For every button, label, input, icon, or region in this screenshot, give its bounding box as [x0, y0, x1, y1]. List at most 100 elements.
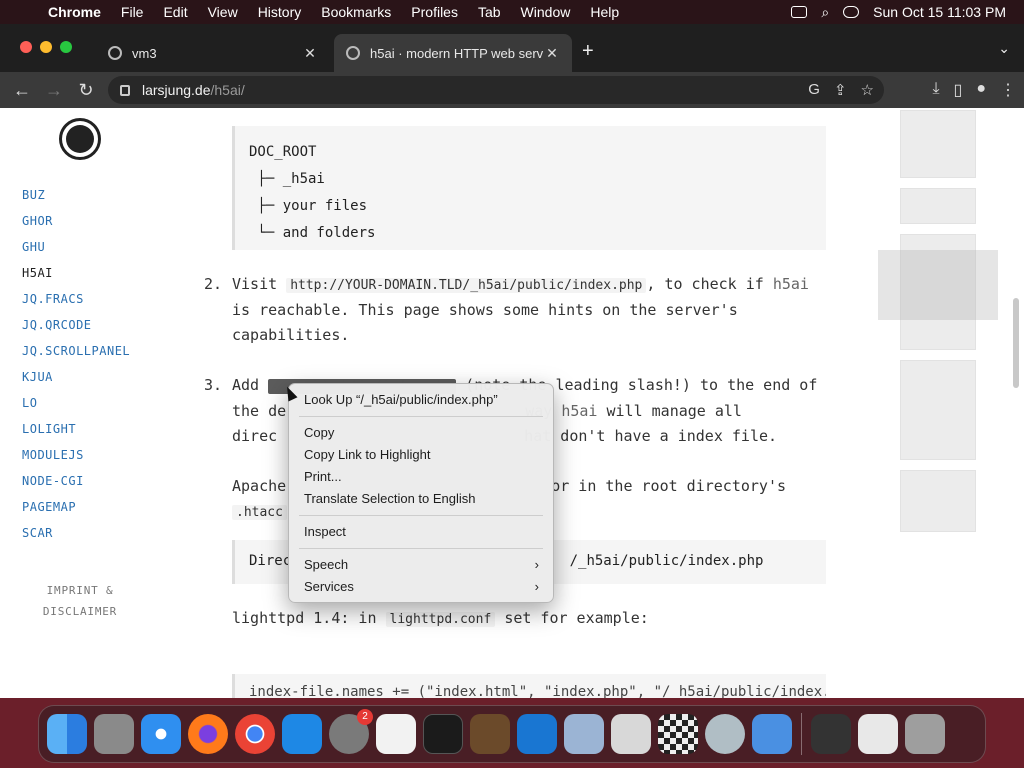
- imprint-link[interactable]: IMPRINT & DISCLAIMER: [22, 580, 138, 622]
- close-window-button[interactable]: [20, 41, 32, 53]
- globe-icon: [108, 46, 122, 60]
- instruments-guitar-icon[interactable]: [470, 714, 510, 754]
- code-text: /_h5ai/public/index.php: [569, 553, 764, 569]
- virtual-machine-icon[interactable]: [564, 714, 604, 754]
- step-2: 2. Visit http://YOUR-DOMAIN.TLD/_h5ai/pu…: [200, 272, 809, 348]
- vertical-scrollbar[interactable]: [1013, 298, 1019, 388]
- screen-mirroring-icon[interactable]: [791, 6, 808, 18]
- nav-item-h5ai[interactable]: H5AI: [22, 266, 130, 292]
- menu-profiles[interactable]: Profiles: [401, 4, 468, 20]
- trash-icon[interactable]: [905, 714, 945, 754]
- chrome-menu-icon[interactable]: ⋮: [1000, 80, 1016, 100]
- nav-item-kjua[interactable]: KJUA: [22, 370, 130, 396]
- tree-line: DOC_ROOT: [249, 144, 317, 160]
- minimap-viewport[interactable]: [878, 250, 998, 320]
- lighttpd-text: set for example:: [504, 609, 649, 627]
- chess-icon[interactable]: [658, 714, 698, 754]
- imprint-line-1: IMPRINT &: [46, 584, 114, 597]
- address-bar[interactable]: larsjung.de/h5ai/ G ⇪ ☆: [108, 76, 884, 104]
- close-tab-icon[interactable]: ✕: [302, 45, 318, 62]
- maximize-window-button[interactable]: [60, 41, 72, 53]
- inline-code-url: http://YOUR-DOMAIN.TLD/_h5ai/public/inde…: [286, 278, 647, 293]
- vscode-icon[interactable]: [517, 714, 557, 754]
- tab-vm3[interactable]: vm3 ✕: [96, 34, 330, 72]
- mail-icon[interactable]: [752, 714, 792, 754]
- nav-item-node-cgi[interactable]: NODE-CGI: [22, 474, 130, 500]
- menu-app-chrome[interactable]: Chrome: [38, 4, 111, 20]
- app-store-icon[interactable]: [282, 714, 322, 754]
- nav-item-lolight[interactable]: LOLIGHT: [22, 422, 130, 448]
- menu-help[interactable]: Help: [580, 4, 629, 20]
- nav-item-ghor[interactable]: GHOR: [22, 214, 130, 240]
- control-center-icon[interactable]: [843, 6, 860, 18]
- nav-item-pagemap[interactable]: PAGEMAP: [22, 500, 130, 526]
- menu-bookmarks[interactable]: Bookmarks: [311, 4, 401, 20]
- safari-icon[interactable]: [141, 714, 181, 754]
- nav-item-modulejs[interactable]: MODULEJS: [22, 448, 130, 474]
- menu-item-print[interactable]: Print...: [289, 466, 553, 488]
- tab-search-chevron-icon[interactable]: ⌄: [998, 40, 1010, 57]
- menu-history[interactable]: History: [248, 4, 312, 20]
- minimized-window-icon[interactable]: [858, 714, 898, 754]
- side-panel-icon[interactable]: ▯: [954, 80, 963, 100]
- system-settings-icon[interactable]: 2: [329, 709, 373, 754]
- launchpad-icon[interactable]: [94, 714, 134, 754]
- bookmark-star-icon[interactable]: ☆: [861, 81, 874, 99]
- menu-item-translate[interactable]: Translate Selection to English: [289, 488, 553, 510]
- lock-icon[interactable]: [120, 84, 130, 96]
- browser-toolbar: ← → ↻ larsjung.de/h5ai/ G ⇪ ☆ ⤓ ▯ ● ⋮: [0, 72, 1024, 108]
- minimize-window-button[interactable]: [40, 41, 52, 53]
- menu-item-services[interactable]: Services ›: [289, 576, 553, 598]
- new-tab-icon[interactable]: +: [582, 40, 594, 63]
- context-menu: Look Up “/_h5ai/public/index.php” Copy C…: [288, 383, 554, 603]
- nav-item-ghu[interactable]: GHU: [22, 240, 130, 266]
- nav-item-lo[interactable]: LO: [22, 396, 130, 422]
- h5ai-logo-icon[interactable]: [59, 118, 101, 160]
- firefox-icon[interactable]: [188, 714, 228, 754]
- step-text: the de: [232, 402, 287, 420]
- close-tab-icon[interactable]: ✕: [544, 45, 560, 62]
- menu-item-label: Speech: [304, 557, 349, 572]
- menubar-clock[interactable]: Sun Oct 15 11:03 PM: [873, 4, 1006, 20]
- menu-separator: [299, 548, 543, 549]
- menu-item-speech[interactable]: Speech ›: [289, 554, 553, 576]
- nav-item-scar[interactable]: SCAR: [22, 526, 130, 552]
- tab-strip: vm3 ✕ h5ai · modern HTTP web serv ✕ + ⌄: [0, 24, 1024, 72]
- textedit-icon[interactable]: [376, 714, 416, 754]
- profile-avatar-icon[interactable]: ●: [976, 80, 986, 100]
- menu-item-copy-link-to-highlight[interactable]: Copy Link to Highlight: [289, 444, 553, 466]
- menu-window[interactable]: Window: [511, 4, 581, 20]
- google-lens-icon[interactable]: G: [808, 81, 820, 99]
- download-icon[interactable]: ⤓: [932, 80, 939, 100]
- nav-item-jq-fracs[interactable]: JQ.FRACS: [22, 292, 130, 318]
- reload-icon[interactable]: ↻: [70, 80, 102, 101]
- spotlight-search-icon[interactable]: ⌕: [821, 4, 829, 21]
- lighttpd-config-code: index-file.names += ("index.html", "inde…: [232, 674, 826, 698]
- menu-item-inspect[interactable]: Inspect: [289, 521, 553, 543]
- finder-icon[interactable]: [47, 714, 87, 754]
- nav-item-jq-scrollpanel[interactable]: JQ.SCROLLPANEL: [22, 344, 130, 370]
- forward-arrow-icon[interactable]: →: [38, 80, 70, 101]
- menu-edit[interactable]: Edit: [153, 4, 197, 20]
- lighttpd-text: lighttpd 1.4: in: [232, 609, 377, 627]
- chrome-icon[interactable]: [235, 714, 275, 754]
- minimap-block: [900, 360, 976, 460]
- tab-h5ai[interactable]: h5ai · modern HTTP web serv ✕: [334, 34, 572, 72]
- back-arrow-icon[interactable]: ←: [6, 80, 38, 101]
- url-host: larsjung.de: [142, 82, 211, 98]
- nav-item-buz[interactable]: BUZ: [22, 188, 130, 214]
- nav-item-jq-qrcode[interactable]: JQ.QRCODE: [22, 318, 130, 344]
- roblox-icon[interactable]: [611, 714, 651, 754]
- page-minimap[interactable]: [878, 108, 998, 548]
- menu-item-look-up[interactable]: Look Up “/_h5ai/public/index.php”: [289, 389, 553, 411]
- preferences-gear-icon[interactable]: [705, 714, 745, 754]
- menu-item-copy[interactable]: Copy: [289, 422, 553, 444]
- menu-file[interactable]: File: [111, 4, 154, 20]
- minimized-window-icon[interactable]: [811, 714, 851, 754]
- menu-tab[interactable]: Tab: [468, 4, 511, 20]
- terminal-icon[interactable]: [423, 714, 463, 754]
- minimap-block: [900, 110, 976, 178]
- share-icon[interactable]: ⇪: [834, 81, 847, 99]
- step-text: , to check if: [646, 275, 764, 293]
- menu-view[interactable]: View: [198, 4, 248, 20]
